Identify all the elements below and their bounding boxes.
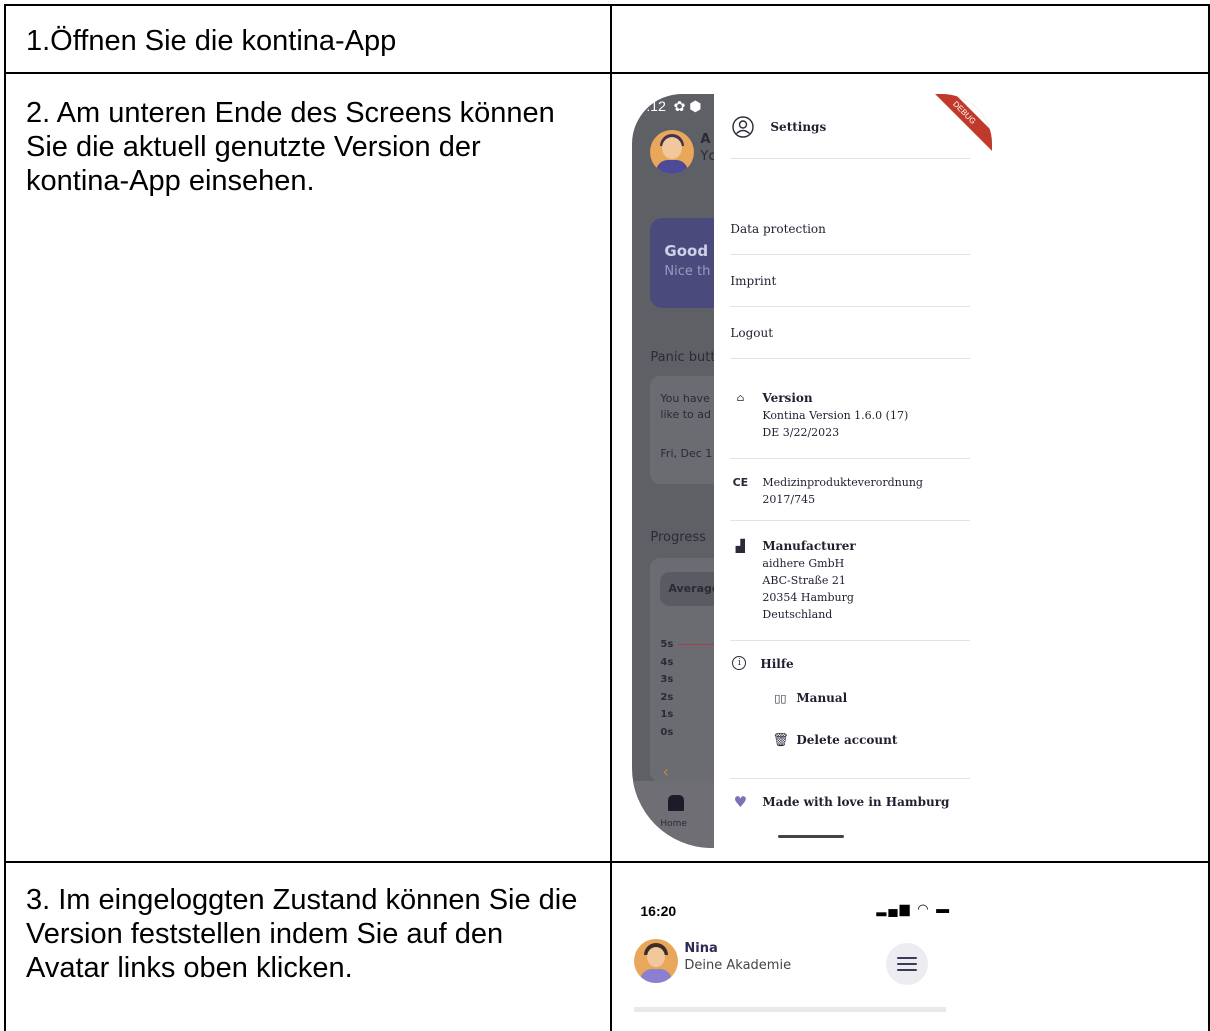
bg-progress-label: Progress (650, 530, 706, 545)
bg-chart-line (678, 644, 715, 645)
hamburger-icon (897, 957, 918, 971)
bg-panic-text2: like to ad (660, 408, 712, 421)
settings-icon: ✿ ⬢ (669, 98, 702, 114)
bg-panic-label: Panic butt (650, 350, 716, 365)
made-with-love-label: Made with love in Hamburg (762, 795, 950, 809)
divider (730, 640, 971, 641)
step-3-cell: 3. Im eingeloggten Zustand können Sie di… (3, 861, 613, 1031)
bg-card-title: Good (664, 242, 709, 260)
delete-account-button[interactable]: 🗑 Delete account (772, 732, 897, 749)
help-title: Hilfe (760, 657, 794, 671)
mdr-line-1: Medizinprodukteverordnung (762, 476, 923, 489)
divider (730, 254, 971, 255)
trash-icon: 🗑 (772, 733, 789, 748)
signal-wifi-battery-icon: ▂▄▆ ◠ ▬ (876, 901, 952, 916)
y-tick: 4s (660, 656, 674, 668)
y-tick: 5s (660, 639, 674, 650)
manual-link[interactable]: ▯▯ Manual (772, 690, 847, 707)
settings-label: Settings (770, 120, 827, 134)
status-time: :12 (646, 98, 666, 114)
book-icon: ▯▯ (774, 692, 787, 705)
navigation-drawer: Settings Data protection Imprint Logout … (714, 94, 993, 848)
delete-account-label: Delete account (796, 733, 898, 747)
mdr-block: CE Medizinprodukteverordnung 2017/745 (732, 474, 923, 508)
bg-panic-date: Fri, Dec 1 (660, 447, 713, 460)
menu-button[interactable] (886, 943, 929, 985)
chevron-left-icon: ‹ (662, 762, 669, 781)
made-with-love: ♥ Made with love in Hamburg (732, 793, 950, 811)
step-2-image-cell: :12 ✿ ⬢ A Yc Good Nice th Panic butt You… (610, 72, 1210, 863)
version-line-1: Kontina Version 1.6.0 (17) (762, 409, 909, 422)
bg-panic-text1: You have (660, 392, 710, 405)
divider (730, 520, 971, 521)
divider (730, 778, 971, 779)
bg-user-sub: Yc (700, 149, 716, 164)
divider (730, 306, 971, 307)
manufacturer-block: ▟ Manufacturer aidhere GmbH ABC-Straße 2… (732, 538, 856, 623)
bg-average-label: Average (668, 582, 720, 595)
factory-outline-icon: ⌂ (736, 393, 745, 404)
step-3-image-cell: 16:20 ▂▄▆ ◠ ▬ Nina Deine Akademie (610, 861, 1210, 1031)
mdr-line-2: 2017/745 (762, 493, 816, 506)
user-name: Nina (684, 941, 718, 956)
factory-icon: ▟ (735, 539, 745, 553)
y-tick: 1s (660, 709, 674, 720)
step-1-text: 1.Öffnen Sie die kontina-App (26, 25, 397, 57)
bg-user-initial: A (700, 132, 711, 147)
manufacturer-line: Deutschland (762, 608, 833, 621)
avatar[interactable] (634, 939, 679, 983)
app-screenshot-header: 16:20 ▂▄▆ ◠ ▬ Nina Deine Akademie (632, 883, 952, 1013)
manufacturer-line: aidhere GmbH (762, 557, 845, 570)
manufacturer-title: Manufacturer (762, 539, 856, 553)
bg-chart-ticks: 5s 4s 3s 2s 1s 0s (660, 636, 673, 741)
content-edge (634, 1007, 947, 1012)
manufacturer-line: 20354 Hamburg (762, 591, 854, 604)
manual-label: Manual (796, 691, 848, 705)
status-time: 16:20 (640, 903, 677, 919)
y-tick: 3s (660, 674, 674, 685)
ce-mark-icon: CE (732, 476, 749, 489)
bg-card-sub: Nice th (664, 264, 711, 279)
bg-greeting-card (650, 218, 721, 308)
version-line-2: DE 3/22/2023 (762, 426, 840, 439)
imprint-link[interactable]: Imprint (730, 274, 776, 288)
data-protection-link[interactable]: Data protection (730, 222, 825, 236)
step-1-image-cell (610, 4, 1210, 74)
heart-icon: ♥ (733, 793, 748, 811)
info-icon: i (732, 656, 747, 670)
logout-link[interactable]: Logout (730, 326, 773, 340)
instruction-table: 1.Öffnen Sie die kontina-App 2. Am unter… (3, 4, 1210, 1031)
divider (730, 358, 971, 359)
app-screenshot-drawer: :12 ✿ ⬢ A Yc Good Nice th Panic butt You… (632, 94, 993, 848)
version-title: Version (762, 391, 813, 405)
step-1-cell: 1.Öffnen Sie die kontina-App (3, 4, 613, 74)
step-2-text: 2. Am unteren Ende des Screens können Si… (26, 97, 555, 197)
divider (730, 458, 971, 459)
drawer-settings[interactable]: Settings (732, 116, 826, 138)
help-block: i Hilfe (732, 656, 794, 673)
nav-home-label[interactable]: Home (660, 819, 687, 829)
home-indicator (778, 835, 845, 838)
step-3-text: 3. Im eingeloggten Zustand können Sie di… (26, 884, 578, 984)
home-icon[interactable] (668, 795, 685, 811)
step-2-cell: 2. Am unteren Ende des Screens können Si… (3, 72, 613, 863)
y-tick: 0s (660, 726, 674, 738)
version-block: ⌂ Version Kontina Version 1.6.0 (17) DE … (732, 390, 909, 441)
manufacturer-line: ABC-Straße 21 (762, 574, 846, 587)
user-icon (732, 116, 755, 138)
divider (730, 158, 971, 159)
user-subtitle: Deine Akademie (684, 958, 792, 973)
y-tick: 2s (660, 691, 674, 703)
